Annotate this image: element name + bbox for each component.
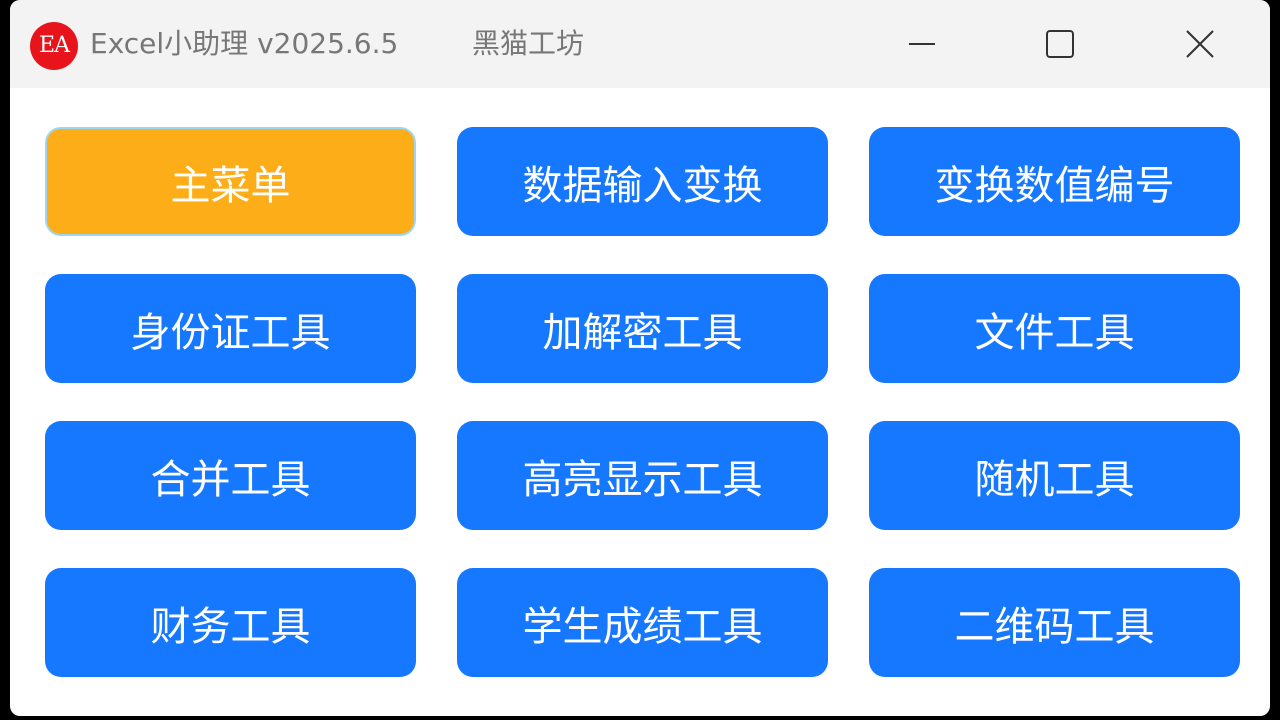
student-grade-tool-button[interactable]: 学生成绩工具 [457,568,828,677]
close-icon [1186,30,1214,58]
file-tool-button[interactable]: 文件工具 [869,274,1240,383]
minimize-icon [909,43,935,45]
tool-button-grid: 主菜单 数据输入变换 变换数值编号 身份证工具 加解密工具 文件工具 合并工具 … [45,127,1240,679]
app-logo: EA [30,22,78,70]
id-card-tool-button[interactable]: 身份证工具 [45,274,416,383]
app-title: Excel小助理 v2025.6.5 [90,27,399,60]
close-button[interactable] [1170,16,1230,72]
qr-code-tool-button[interactable]: 二维码工具 [869,568,1240,677]
highlight-tool-button[interactable]: 高亮显示工具 [457,421,828,530]
title-bar[interactable]: EA Excel小助理 v2025.6.5 黑猫工坊 [10,0,1270,88]
app-author: 黑猫工坊 [472,27,585,60]
number-transform-button[interactable]: 变换数值编号 [869,127,1240,236]
maximize-icon [1046,30,1074,58]
finance-tool-button[interactable]: 财务工具 [45,568,416,677]
maximize-button[interactable] [1030,16,1090,72]
main-menu-button[interactable]: 主菜单 [45,127,416,236]
encrypt-decrypt-tool-button[interactable]: 加解密工具 [457,274,828,383]
random-tool-button[interactable]: 随机工具 [869,421,1240,530]
merge-tool-button[interactable]: 合并工具 [45,421,416,530]
minimize-button[interactable] [892,16,952,72]
app-window: EA Excel小助理 v2025.6.5 黑猫工坊 主菜单 数据输入变换 变换… [10,0,1270,716]
data-input-transform-button[interactable]: 数据输入变换 [457,127,828,236]
